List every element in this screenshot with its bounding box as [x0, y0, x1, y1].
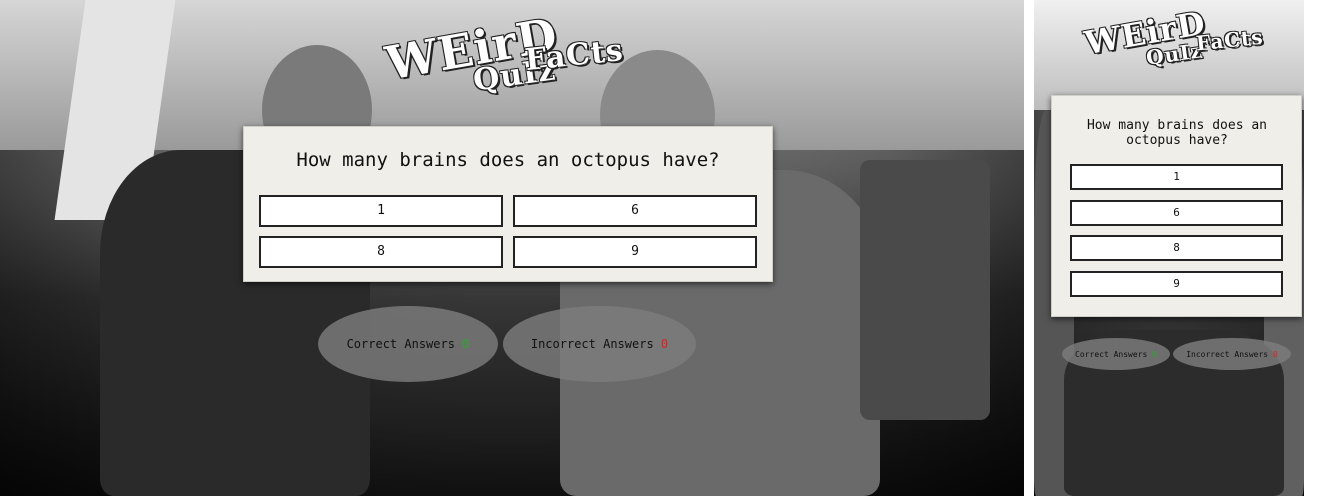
background-curtain — [860, 160, 990, 420]
incorrect-answers-label: Incorrect Answers — [530, 337, 654, 351]
desktop-viewport: WEirD QuIz FaCts How many brains does an… — [0, 0, 1024, 496]
mobile-answer-button-4[interactable]: 9 — [1070, 271, 1283, 297]
weird-quiz-facts-logo: WEirD QuIz FaCts — [382, 7, 635, 99]
answer-button-4[interactable]: 9 — [513, 236, 757, 268]
mobile-question-text: How many brains does an octopus have? — [1086, 118, 1267, 148]
mobile-incorrect-answers-counter: Incorrect Answers 0 — [1173, 338, 1291, 370]
correct-answers-label: Correct Answers — [346, 337, 455, 351]
correct-answers-value: 0 — [462, 337, 470, 351]
mobile-quiz-card: How many brains does an octopus have? 1 … — [1051, 95, 1302, 317]
mobile-correct-answers-counter: Correct Answers 0 — [1062, 338, 1170, 370]
incorrect-answers-value: 0 — [660, 337, 669, 351]
mobile-viewport: WEirD QuIz FaCts How many brains does an… — [1034, 0, 1304, 496]
answer-button-1[interactable]: 1 — [259, 195, 503, 227]
question-text: How many brains does an octopus have? — [296, 149, 720, 171]
mobile-incorrect-answers-label: Incorrect Answers — [1186, 349, 1269, 359]
mobile-answer-button-3[interactable]: 8 — [1070, 235, 1283, 261]
mobile-weird-quiz-facts-logo: WEirD QuIz FaCts — [1082, 4, 1284, 78]
mobile-answer-button-1[interactable]: 1 — [1070, 164, 1283, 190]
correct-answers-counter: Correct Answers 0 — [318, 306, 498, 382]
answer-button-3[interactable]: 8 — [259, 236, 503, 268]
mobile-correct-answers-value: 0 — [1152, 349, 1157, 359]
mobile-answer-button-2[interactable]: 6 — [1070, 200, 1283, 226]
answer-button-2[interactable]: 6 — [513, 195, 757, 227]
quiz-card: How many brains does an octopus have? 1 … — [243, 126, 773, 282]
mobile-correct-answers-label: Correct Answers — [1075, 349, 1148, 359]
incorrect-answers-counter: Incorrect Answers 0 — [503, 306, 696, 382]
mobile-incorrect-answers-value: 0 — [1272, 349, 1278, 359]
